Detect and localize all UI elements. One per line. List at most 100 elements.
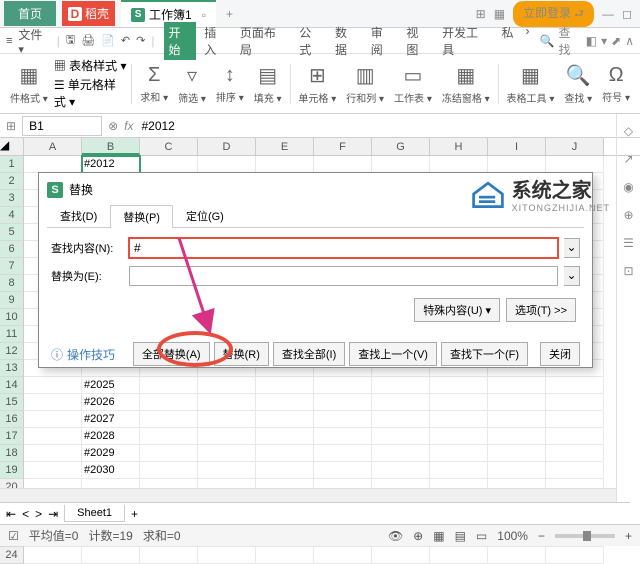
cell[interactable]	[140, 547, 198, 564]
doc-dropdown-icon[interactable]: ▫	[202, 8, 206, 22]
cell[interactable]	[198, 428, 256, 445]
sort-label[interactable]: 排序 ▾	[216, 89, 244, 104]
cell[interactable]: #2027	[82, 411, 140, 428]
cell[interactable]	[24, 394, 82, 411]
dialog-tab-replace[interactable]: 替换(P)	[110, 205, 173, 228]
cell[interactable]	[140, 445, 198, 462]
maximize-icon[interactable]: ◻	[622, 7, 632, 21]
zoom-in-icon[interactable]: +	[625, 529, 632, 543]
sidebar-icon-4[interactable]: ⊕	[623, 208, 633, 222]
cell[interactable]	[546, 394, 604, 411]
cell[interactable]	[372, 445, 430, 462]
cell[interactable]: #2025	[82, 377, 140, 394]
top-icon-b[interactable]: ▾	[601, 34, 607, 48]
cell[interactable]	[488, 462, 546, 479]
col-head[interactable]: J	[546, 138, 604, 155]
sum-label[interactable]: 求和 ▾	[140, 89, 168, 104]
col-head[interactable]: A	[24, 138, 82, 155]
cell[interactable]	[256, 156, 314, 173]
cell[interactable]	[256, 462, 314, 479]
table-style-button[interactable]: ▦ 表格样式 ▾	[54, 57, 128, 74]
row-head[interactable]: 1	[0, 156, 24, 173]
replace-button[interactable]: 替换(R)	[214, 342, 269, 366]
fill-icon[interactable]: ▤	[258, 63, 277, 88]
cell[interactable]	[430, 377, 488, 394]
cell[interactable]: #2026	[82, 394, 140, 411]
horizontal-scrollbar[interactable]	[0, 488, 616, 502]
cell[interactable]	[372, 156, 430, 173]
status-icon-bulb[interactable]: ⊕	[413, 529, 423, 543]
cell[interactable]	[488, 428, 546, 445]
tab-more[interactable]: 私	[498, 22, 518, 60]
view-page-icon[interactable]: ▭	[476, 529, 487, 543]
find-content-input[interactable]	[129, 238, 558, 258]
cell[interactable]	[198, 394, 256, 411]
search-icon[interactable]: 🔍	[540, 34, 555, 48]
cell[interactable]	[24, 547, 82, 564]
special-content-button[interactable]: 特殊内容(U) ▾	[414, 298, 500, 322]
sheet-nav-last-icon[interactable]: ⇥	[48, 507, 58, 521]
cell[interactable]	[372, 428, 430, 445]
row-head[interactable]: 11	[0, 326, 24, 343]
cell[interactable]	[140, 394, 198, 411]
row-head[interactable]: 2	[0, 173, 24, 190]
tab-start[interactable]: 开始	[164, 22, 196, 60]
row-head[interactable]: 16	[0, 411, 24, 428]
cell[interactable]	[546, 377, 604, 394]
menu-hamburger-icon[interactable]: ≡	[6, 35, 12, 47]
cell[interactable]	[24, 411, 82, 428]
row-head[interactable]: 5	[0, 224, 24, 241]
fbar-cancel-icon[interactable]: ⊗	[108, 119, 118, 133]
fx-icon[interactable]: fx	[124, 119, 133, 133]
row-head[interactable]: 9	[0, 292, 24, 309]
cell[interactable]	[140, 156, 198, 173]
cell[interactable]: #2029	[82, 445, 140, 462]
tab-home[interactable]: 首页	[4, 1, 56, 26]
row-head[interactable]: 24	[0, 547, 24, 564]
zoom-slider[interactable]	[555, 534, 615, 538]
cell[interactable]	[546, 428, 604, 445]
cell[interactable]	[488, 156, 546, 173]
cell[interactable]	[430, 462, 488, 479]
cell[interactable]: #2028	[82, 428, 140, 445]
formula-input[interactable]: #2012	[139, 117, 634, 135]
menu-file[interactable]: 文件 ▾	[18, 26, 50, 56]
cell[interactable]	[488, 445, 546, 462]
cell[interactable]	[140, 377, 198, 394]
cell[interactable]	[546, 156, 604, 173]
cell[interactable]	[314, 547, 372, 564]
find-label[interactable]: 查找 ▾	[564, 90, 592, 105]
replace-all-button[interactable]: 全部替换(A)	[133, 342, 210, 366]
select-all-corner[interactable]: ◢	[0, 138, 24, 155]
cell[interactable]	[546, 462, 604, 479]
cell[interactable]	[256, 547, 314, 564]
dialog-tab-goto[interactable]: 定位(G)	[173, 204, 237, 227]
sum-icon[interactable]: Σ	[148, 64, 160, 87]
rowcol-label[interactable]: 行和列 ▾	[346, 90, 384, 105]
top-icon-a[interactable]: ◧	[586, 34, 597, 48]
cell[interactable]	[256, 445, 314, 462]
search-label[interactable]: 查找	[559, 24, 582, 58]
filter-icon[interactable]: ▿	[187, 63, 197, 88]
tab-insert[interactable]: 插入	[200, 22, 232, 60]
cell-icon[interactable]: ⊞	[309, 63, 326, 88]
cell[interactable]	[24, 377, 82, 394]
sort-icon[interactable]: ↕	[225, 64, 235, 87]
sheet-nav-first-icon[interactable]: ⇤	[6, 507, 16, 521]
row-head[interactable]: 18	[0, 445, 24, 462]
cell[interactable]	[314, 377, 372, 394]
row-head[interactable]: 6	[0, 241, 24, 258]
find-icon[interactable]: 🔍	[566, 63, 591, 88]
top-icon-c[interactable]: ⬈	[611, 34, 621, 48]
view-layout-icon[interactable]: ▤	[455, 529, 466, 543]
fbar-nav-icon[interactable]: ⊞	[6, 119, 16, 133]
cond-format-label[interactable]: 件格式 ▾	[10, 90, 48, 105]
cell[interactable]	[140, 428, 198, 445]
cell[interactable]	[256, 394, 314, 411]
cell[interactable]	[24, 445, 82, 462]
cell[interactable]	[24, 156, 82, 173]
col-head[interactable]: H	[430, 138, 488, 155]
cell[interactable]	[372, 394, 430, 411]
cell[interactable]	[314, 394, 372, 411]
cell[interactable]	[256, 377, 314, 394]
